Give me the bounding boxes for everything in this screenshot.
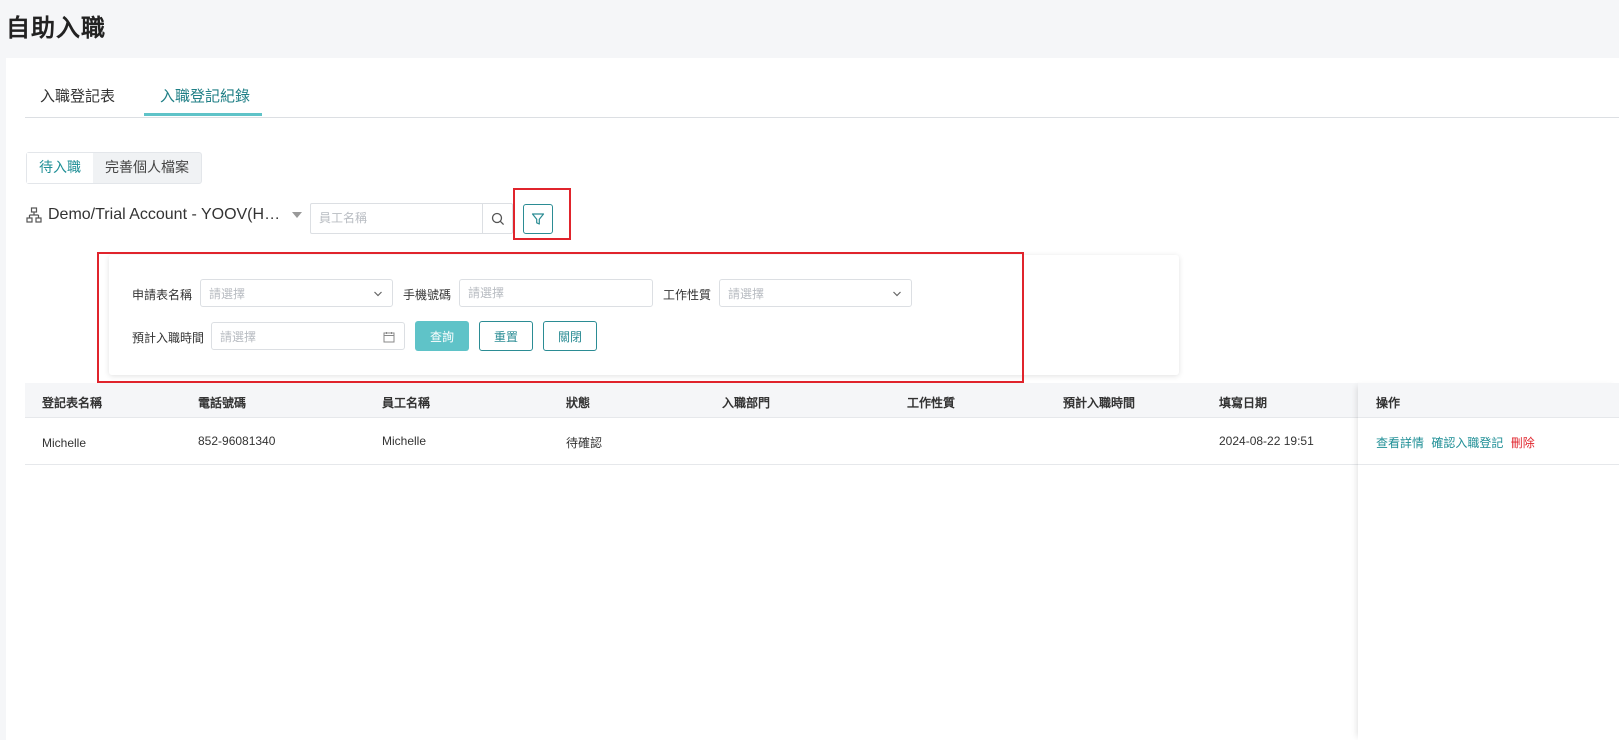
cell-status: 待確認 (566, 436, 603, 450)
cell-employee: Michelle (382, 434, 427, 448)
column-header: 員工名稱 (382, 396, 431, 410)
column-header: 狀態 (566, 396, 591, 410)
content-card: 入職登記表 入職登記紀錄 待入職 完善個人檔案 Demo/Trial Accou… (6, 58, 1619, 740)
cell-actions: 查看詳情 確認入職登記 刪除 (1376, 434, 1535, 451)
expected-date-label: 預計入職時間 (132, 331, 205, 345)
phone-label: 手機號碼 (403, 288, 452, 302)
cell-filled-date: 2024-08-22 19:51 (1219, 434, 1314, 448)
table-header: 登記表名稱 電話號碼 員工名稱 狀態 入職部門 工作性質 預計入職時間 填寫日期… (25, 383, 1619, 418)
query-button[interactable]: 查詢 (415, 321, 469, 351)
confirm-onboarding-link[interactable]: 確認入職登記 (1431, 436, 1503, 450)
view-details-link[interactable]: 查看詳情 (1376, 436, 1424, 450)
employee-search (310, 203, 513, 234)
status-segment: 待入職 完善個人檔案 (26, 152, 202, 184)
phone-field (459, 279, 653, 307)
cell-phone: 852-96081340 (198, 434, 276, 448)
form-name-placeholder: 請選擇 (209, 287, 246, 301)
filter-panel: 申請表名稱 請選擇 手機號碼 工作性質 請選擇 預計入職時間 請選擇 查詢 重置… (109, 255, 1179, 375)
expected-date-picker[interactable]: 請選擇 (211, 322, 405, 350)
filter-icon (531, 213, 545, 225)
search-button[interactable] (482, 204, 512, 233)
cell-form-name: Michelle (42, 436, 87, 450)
calendar-icon (383, 332, 395, 343)
reset-button[interactable]: 重置 (479, 321, 533, 351)
job-nature-placeholder: 請選擇 (728, 287, 765, 301)
segment-pending[interactable]: 待入職 (27, 153, 93, 183)
tab-registration-records[interactable]: 入職登記紀錄 (160, 85, 250, 106)
search-input[interactable] (311, 204, 487, 231)
column-header: 工作性質 (907, 396, 956, 410)
active-tab-indicator (144, 113, 262, 116)
delete-link[interactable]: 刪除 (1511, 436, 1535, 450)
column-header: 電話號碼 (198, 396, 247, 410)
caret-down-icon (292, 212, 303, 218)
close-filter-button[interactable]: 關閉 (543, 321, 597, 351)
chevron-down-icon (893, 291, 901, 297)
org-selector[interactable]: Demo/Trial Account - YOOV(H… (26, 206, 303, 224)
job-nature-label: 工作性質 (663, 288, 712, 302)
table-row: Michelle 852-96081340 Michelle 待確認 2024-… (25, 418, 1619, 465)
org-name: Demo/Trial Account - YOOV(H… (48, 206, 281, 223)
search-icon (491, 212, 504, 225)
form-name-label: 申請表名稱 (132, 288, 193, 302)
column-header: 入職部門 (722, 396, 771, 410)
column-header: 操作 (1376, 396, 1401, 410)
job-nature-select[interactable]: 請選擇 (719, 279, 912, 307)
column-header: 填寫日期 (1219, 396, 1268, 410)
column-header: 預計入職時間 (1063, 396, 1136, 410)
org-tree-icon (26, 207, 42, 223)
page-title: 自助入職 (6, 15, 106, 42)
chevron-down-icon (374, 291, 382, 297)
phone-input[interactable] (460, 280, 649, 306)
tab-bar: 入職登記表 入職登記紀錄 (25, 58, 1619, 118)
form-name-select[interactable]: 請選擇 (200, 279, 393, 307)
column-header: 登記表名稱 (42, 396, 103, 410)
tab-registration-form[interactable]: 入職登記表 (40, 85, 115, 106)
filter-button[interactable] (523, 204, 553, 234)
expected-date-placeholder: 請選擇 (220, 330, 257, 344)
segment-complete-profile[interactable]: 完善個人檔案 (93, 153, 201, 183)
